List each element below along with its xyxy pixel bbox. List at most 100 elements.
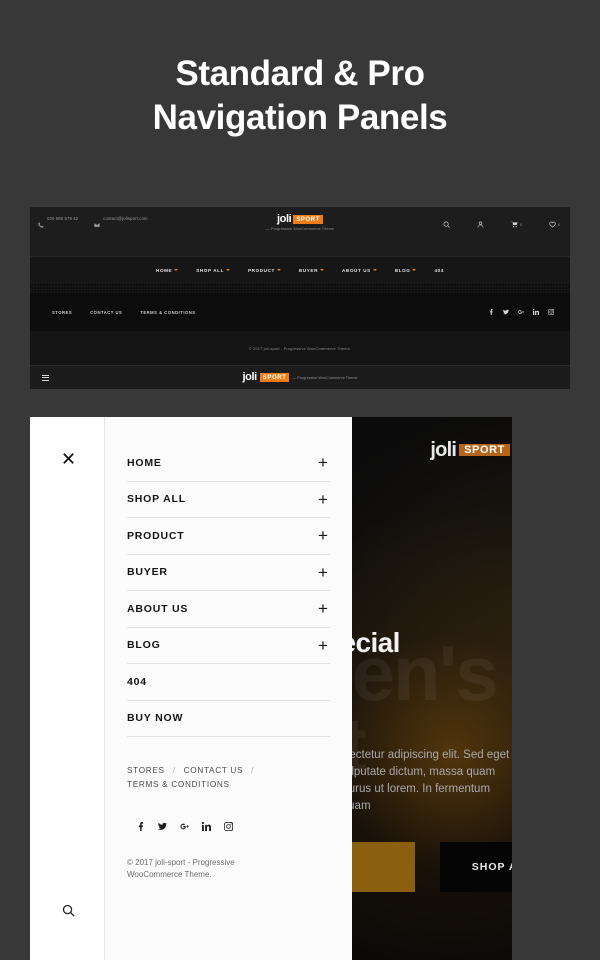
panel-footer-links: STORES / CONTACT US / TERMS & CONDITIONS — [127, 764, 330, 792]
heart-icon[interactable]: 0 — [549, 221, 560, 228]
menu-item-label: PRODUCT — [127, 529, 185, 542]
chevron-down-icon — [174, 269, 179, 271]
menu-item-label: BLOG — [127, 639, 161, 652]
nav-item-buyer[interactable]: BUYER — [298, 267, 325, 273]
logo-badge: SPORT — [459, 444, 510, 456]
nav-item-home[interactable]: HOME — [156, 268, 179, 273]
desktop-footer-links-row: STORES CONTACT US TERMS & CONDITIONS — [30, 293, 570, 331]
sticky-bar-tagline: — Progressive WooCommerce Theme — [292, 375, 358, 380]
panel-link-contact-us[interactable]: CONTACT US — [184, 766, 243, 775]
menu-item-label: BUY NOW — [127, 712, 184, 725]
menu-item-buyer[interactable]: BUYER + — [127, 555, 330, 591]
expand-icon[interactable]: + — [316, 600, 330, 617]
expand-icon[interactable]: + — [316, 491, 330, 508]
wishlist-count: 0 — [558, 222, 560, 227]
mobile-nav-panel: HOME + SHOP ALL + PRODUCT + BUYER + ABOU… — [105, 417, 352, 960]
nav-item-about-us[interactable]: ABOUT US — [342, 268, 377, 273]
page-title: Standard & Pro Navigation Panels — [0, 52, 600, 140]
panel-copyright: © 2017 joli-sport - Progressive WooComme… — [127, 858, 235, 879]
menu-item-shop-all[interactable]: SHOP ALL + — [127, 482, 330, 518]
hero-logo[interactable]: joli SPORT — [430, 438, 510, 461]
mockup-divider — [30, 283, 570, 293]
mobile-nav-mockup: women's sport Made for special Lorem ips… — [30, 417, 570, 960]
logo-tagline: — Progressive WooCommerce Theme — [265, 227, 335, 231]
menu-item-label: HOME — [127, 456, 162, 469]
nav-label: 404 — [434, 267, 444, 273]
mobile-menu-list: HOME + SHOP ALL + PRODUCT + BUYER + ABOU… — [127, 445, 330, 737]
cart-icon[interactable]: 0 — [511, 221, 522, 228]
logo-badge: SPORT — [293, 215, 323, 224]
desktop-sticky-bar: joli SPORT — Progressive WooCommerce The… — [30, 365, 570, 389]
panel-link-stores[interactable]: STORES — [127, 766, 165, 775]
menu-item-blog[interactable]: BLOG + — [127, 628, 330, 664]
page-title-line-1: Standard & Pro — [175, 54, 425, 93]
menu-item-label: SHOP ALL — [127, 493, 186, 506]
sticky-bar-logo[interactable]: joli SPORT — Progressive WooCommerce The… — [30, 372, 570, 383]
desktop-nav: HOME SHOP ALL PRODUCT BUYER ABOUT US BLO… — [30, 257, 570, 283]
menu-item-label: ABOUT US — [127, 602, 189, 615]
facebook-icon[interactable] — [488, 309, 494, 315]
nav-item-404[interactable]: 404 — [434, 268, 443, 273]
nav-item-product[interactable]: PRODUCT — [248, 268, 281, 273]
expand-icon[interactable]: + — [316, 527, 330, 544]
instagram-icon[interactable] — [224, 822, 233, 831]
chevron-down-icon — [276, 269, 281, 271]
footer-link-terms[interactable]: TERMS & CONDITIONS — [140, 310, 195, 315]
menu-item-label: BUYER — [127, 566, 168, 579]
footer-links: STORES CONTACT US TERMS & CONDITIONS — [52, 310, 196, 315]
expand-icon[interactable]: + — [316, 454, 330, 471]
nav-label: SHOP ALL — [196, 267, 224, 273]
panel-social-group — [127, 822, 330, 831]
mockup-right-gutter — [512, 417, 570, 960]
nav-label: ABOUT US — [342, 267, 371, 273]
chevron-down-icon — [372, 269, 377, 271]
user-icon[interactable] — [477, 221, 484, 228]
search-icon[interactable] — [443, 221, 450, 228]
mobile-nav-rail — [30, 417, 105, 960]
footer-link-stores[interactable]: STORES — [52, 310, 72, 315]
google-plus-icon[interactable] — [180, 822, 189, 831]
link-separator: / — [251, 766, 255, 775]
logo-name: joli — [277, 213, 292, 225]
linkedin-icon[interactable] — [202, 822, 211, 831]
search-icon[interactable] — [60, 902, 76, 918]
desktop-nav-list: HOME SHOP ALL PRODUCT BUYER ABOUT US BLO… — [156, 268, 444, 273]
instagram-icon[interactable] — [548, 309, 554, 315]
menu-item-404[interactable]: 404 — [127, 664, 330, 701]
twitter-icon[interactable] — [158, 822, 167, 831]
footer-social-group — [488, 309, 554, 315]
menu-item-about-us[interactable]: ABOUT US + — [127, 591, 330, 628]
chevron-down-icon — [226, 269, 230, 271]
menu-item-home[interactable]: HOME + — [127, 445, 330, 482]
logo-badge: SPORT — [259, 373, 290, 382]
nav-label: BLOG — [394, 267, 411, 273]
menu-item-label: 404 — [127, 675, 147, 688]
panel-link-terms[interactable]: TERMS & CONDITIONS — [127, 780, 230, 789]
link-separator: / — [172, 766, 176, 775]
expand-icon[interactable]: + — [316, 564, 330, 581]
nav-item-shop-all[interactable]: SHOP ALL — [196, 268, 230, 273]
copyright-text: © 2017 joli-sport - Progressive WooComme… — [248, 345, 352, 351]
logo-name: joli — [430, 438, 457, 461]
chevron-down-icon — [412, 269, 417, 271]
nav-item-blog[interactable]: BLOG — [395, 268, 417, 273]
cart-count: 0 — [520, 222, 522, 227]
desktop-header-mockup: 020 986 579 42 contact@jolisport.com jol… — [30, 207, 570, 389]
desktop-copyright-row: © 2017 joli-sport - Progressive WooComme… — [30, 331, 570, 365]
logo-name: joli — [242, 371, 257, 383]
google-plus-icon[interactable] — [518, 309, 524, 315]
footer-link-contact-us[interactable]: CONTACT US — [90, 310, 122, 315]
menu-item-buy-now[interactable]: BUY NOW — [127, 701, 330, 737]
facebook-icon[interactable] — [136, 822, 145, 831]
nav-label: PRODUCT — [248, 267, 275, 273]
nav-label: BUYER — [298, 267, 319, 273]
page-title-line-2: Navigation Panels — [152, 98, 448, 137]
menu-item-product[interactable]: PRODUCT + — [127, 518, 330, 555]
linkedin-icon[interactable] — [533, 309, 539, 315]
twitter-icon[interactable] — [503, 309, 509, 315]
close-icon[interactable] — [60, 450, 76, 466]
header-icon-group: 0 0 — [443, 221, 560, 228]
expand-icon[interactable]: + — [316, 637, 330, 654]
page-root: Standard & Pro Navigation Panels 020 986… — [0, 0, 600, 960]
chevron-down-icon — [320, 269, 325, 271]
